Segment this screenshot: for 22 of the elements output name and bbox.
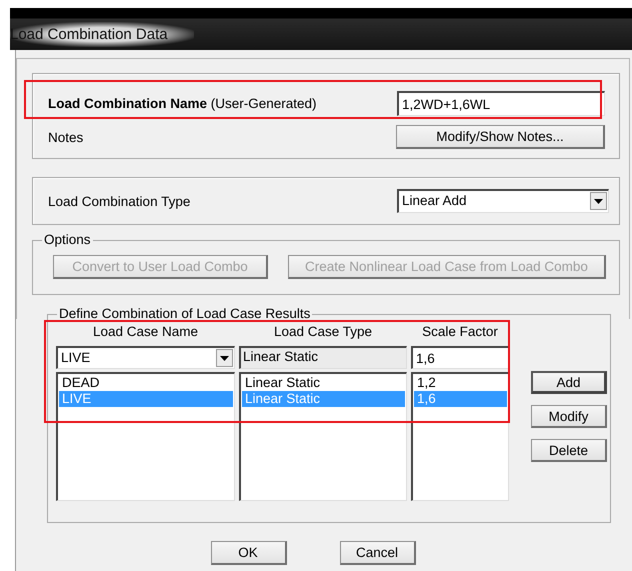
- column-header: Load Case Type: [272, 324, 374, 341]
- type-dropdown[interactable]: Linear Add: [397, 189, 609, 213]
- name-field[interactable]: 1,2WD+1,6WL: [397, 91, 605, 116]
- dialog-button[interactable]: OK: [210, 541, 286, 565]
- type-label: Load Combination Type: [48, 194, 190, 208]
- action-button[interactable]: Add: [531, 371, 607, 394]
- action-button[interactable]: Delete: [531, 439, 607, 462]
- notes-label: Notes: [48, 130, 84, 144]
- group-title: Options: [43, 233, 92, 247]
- list-item[interactable]: 1,2: [414, 375, 507, 391]
- factor-field[interactable]: 1,6: [411, 346, 509, 369]
- column-header: Load Case Name: [92, 324, 200, 341]
- list-item[interactable]: DEAD: [59, 375, 233, 391]
- type-readout: Linear Static: [239, 346, 407, 369]
- column-header: Scale Factor: [421, 324, 499, 341]
- name-label: Load Combination Name (User-Generated): [48, 96, 317, 111]
- dialog-button[interactable]: Cancel: [340, 541, 416, 565]
- list-item[interactable]: Linear Static: [242, 375, 405, 391]
- case-dropdown[interactable]: LIVE: [56, 346, 235, 369]
- group-title: Define Combination of Load Case Results: [58, 307, 312, 321]
- notes-button[interactable]: Modify/Show Notes...: [396, 125, 605, 149]
- action-button[interactable]: Modify: [531, 405, 607, 428]
